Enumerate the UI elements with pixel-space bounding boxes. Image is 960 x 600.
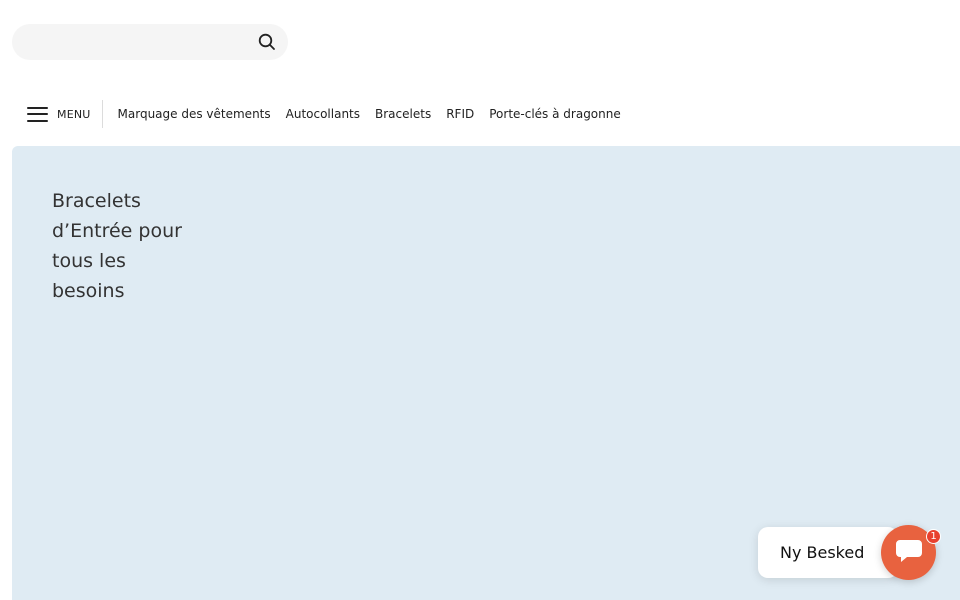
chat-icon <box>895 538 923 568</box>
chat-message-bubble[interactable]: Ny Besked <box>758 527 898 578</box>
nav-link-rfid[interactable]: RFID <box>446 107 474 121</box>
main-nav: MENU Marquage des vêtements Autocollants… <box>0 98 960 130</box>
nav-link-marquage[interactable]: Marquage des vêtements <box>118 107 271 121</box>
search-icon[interactable] <box>256 31 278 53</box>
nav-links: Marquage des vêtements Autocollants Brac… <box>118 107 621 121</box>
menu-label: MENU <box>57 107 91 121</box>
chat-notification-badge: 1 <box>926 529 941 544</box>
chat-bubble-text: Ny Besked <box>780 543 865 562</box>
nav-link-bracelets[interactable]: Bracelets <box>375 107 431 121</box>
search-bar[interactable] <box>12 24 288 60</box>
nav-link-porte-cles[interactable]: Porte-clés à dragonne <box>489 107 621 121</box>
nav-link-autocollants[interactable]: Autocollants <box>286 107 360 121</box>
menu-button[interactable]: MENU <box>27 100 103 128</box>
hero-title: Bracelets d’Entrée pour tous les besoins <box>52 190 182 302</box>
hamburger-icon <box>27 106 48 122</box>
search-input[interactable] <box>28 24 256 60</box>
